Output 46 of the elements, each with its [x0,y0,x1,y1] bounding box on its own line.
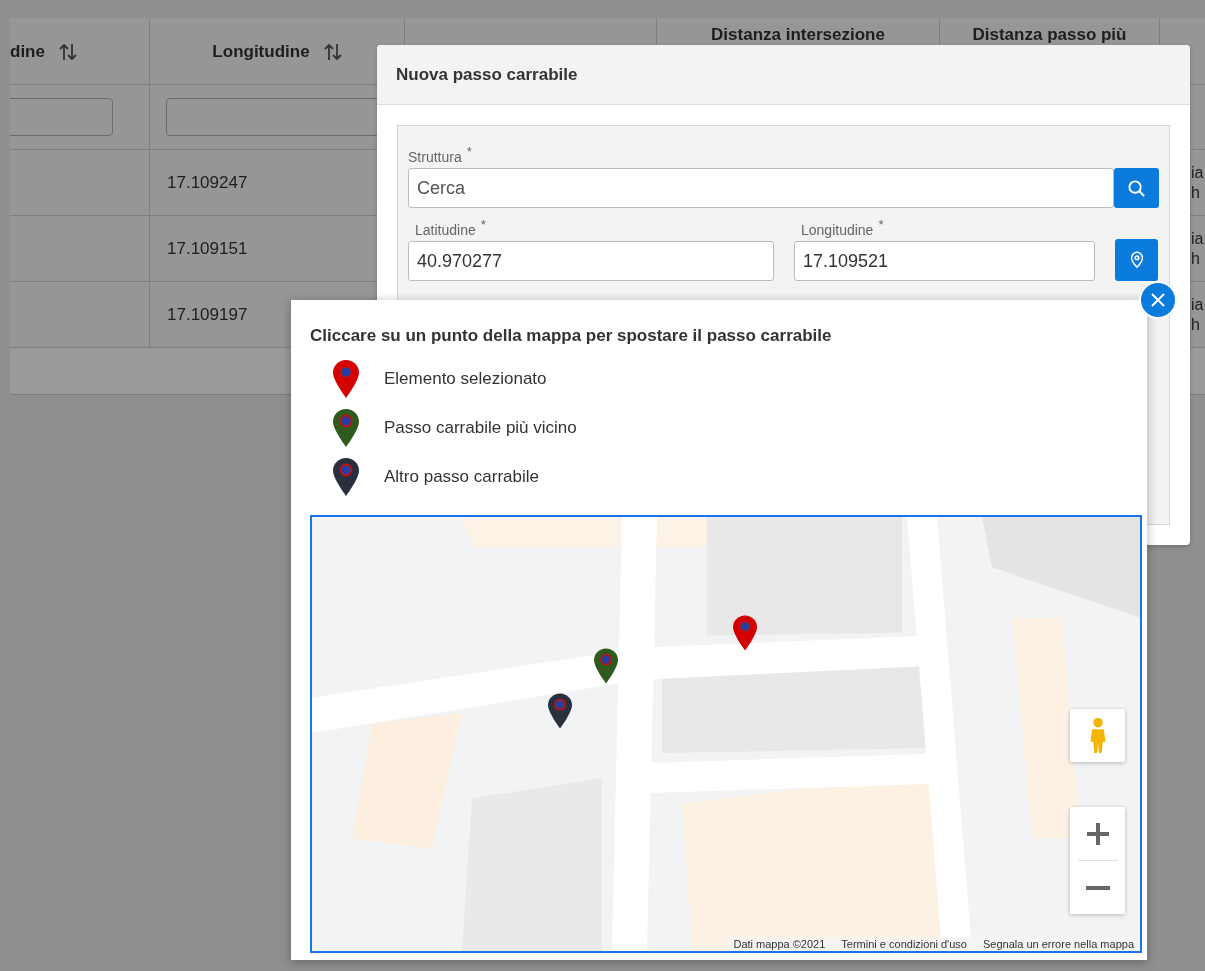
legend-label: Passo carrabile più vicino [384,417,577,438]
plus-icon [1085,821,1110,846]
table-cell: h [1191,248,1200,269]
search-field[interactable]: Cerca [408,168,1114,208]
zoom-in-button[interactable] [1070,807,1125,860]
map-pin-button[interactable] [1115,239,1158,281]
field-label: Struttura [408,148,462,165]
field-label: Latitudine [415,221,476,238]
marker-icon[interactable] [548,693,572,729]
zoom-out-button[interactable] [1070,861,1125,914]
attribution-link[interactable]: Dati mappa ©2021 [733,938,826,950]
close-icon [1150,292,1166,308]
marker-icon[interactable] [733,615,757,651]
attribution-link[interactable]: Segnala un errore nella mappa [982,938,1134,950]
longitude-field[interactable]: 17.109521 [794,241,1095,281]
sort-icon[interactable] [58,42,77,62]
search-icon [1127,178,1146,198]
table-cell: 17.109247 [167,172,248,193]
table-cell: ia [1191,162,1204,183]
required-mark: * [878,217,884,232]
column-header[interactable]: Distanza passo più [972,25,1127,45]
legend-label: Elemento selezionato [384,368,547,389]
column-header[interactable]: Distanza intersezione [711,25,885,45]
dialog-title: Nuova passo carrabile [396,64,578,85]
minus-icon [1085,884,1110,891]
table-cell: h [1191,314,1200,335]
required-mark: * [466,144,472,159]
search-button[interactable] [1114,168,1159,208]
popup-instruction: Cliccare su un punto della mappa per spostare il passo carrabile [310,326,833,346]
person-icon [1087,716,1108,755]
table-cell: 17.109197 [167,304,248,325]
attribution-link[interactable]: Termini e condizioni d'uso [841,938,967,950]
column-header[interactable]: Longitudine [212,42,310,62]
legend-label: Altro passo carrabile [384,466,539,487]
sort-icon[interactable] [323,42,342,62]
marker-icon[interactable] [594,648,618,684]
latitude-field[interactable]: 40.970277 [408,241,774,281]
map[interactable]: Dati mappa ©2021 Termini e condizioni d'uso Segnala un errore nella mappa [310,515,1142,953]
required-mark: * [480,217,486,232]
field-label: Longitudine [801,221,874,238]
table-cell: 17.109151 [167,238,248,259]
filter-field[interactable] [10,98,113,136]
table-cell: ia [1191,294,1204,315]
table-cell: ia [1191,228,1204,249]
column-header[interactable]: dine [10,42,45,62]
table-cell: h [1191,182,1200,203]
